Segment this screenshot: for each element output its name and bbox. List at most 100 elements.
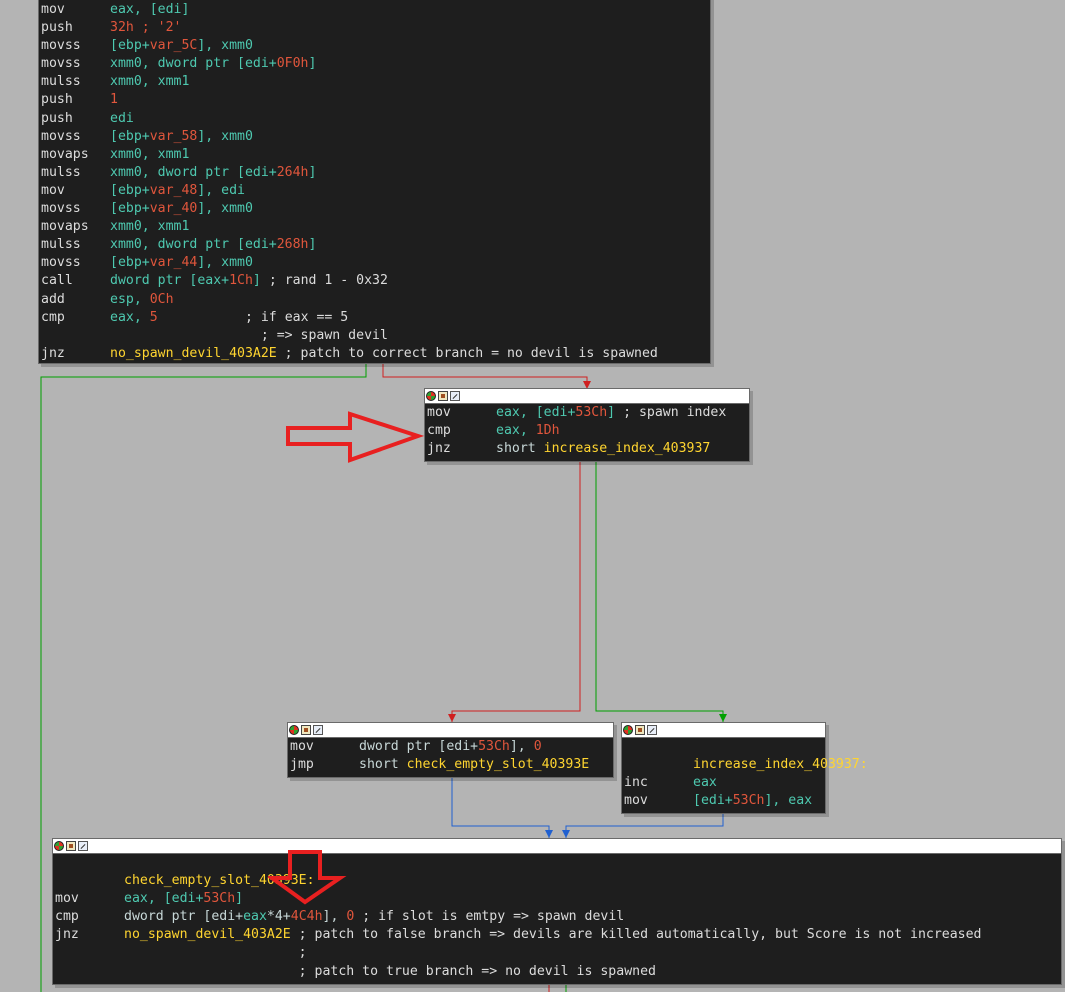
mnemonic: cmp [55,909,79,925]
code-operand: ], edi [197,182,245,198]
mnemonic: jmp [290,757,314,773]
code-label[interactable]: increase_index_403937 [544,441,711,456]
color-picker-icon[interactable] [623,725,633,735]
code-line[interactable]: push 1 [41,91,708,109]
graph-icon[interactable] [635,725,645,735]
code-line[interactable] [624,738,823,756]
code-number: var_44 [149,255,198,271]
code-operand: eax, [edi] [110,2,190,17]
edge-arrowhead [448,714,456,722]
color-picker-icon[interactable] [54,841,64,851]
code-line[interactable]: inc eax [624,774,823,792]
code-number: var_48 [149,182,198,198]
mnemonic: movss [41,201,81,217]
graph-icon[interactable] [438,391,448,401]
code-label[interactable]: no_spawn_devil_403A2E [110,346,277,361]
code-line[interactable]: mov eax, [edi+53Ch] [55,890,1059,908]
code-operand: ] [252,273,269,289]
color-picker-icon[interactable] [426,391,436,401]
color-picker-icon[interactable] [289,725,299,735]
code-line[interactable]: mov [edi+53Ch], eax [624,792,823,810]
mnemonic: mulss [41,237,81,253]
mnemonic: movss [41,56,81,72]
mnemonic: cmp [41,309,65,325]
code-line[interactable]: push edi [41,110,708,128]
block-header [53,839,1061,854]
graph-icon[interactable] [301,725,311,735]
code-line[interactable]: ; patch to true branch => no devil is sp… [55,963,1059,981]
code-line[interactable]: movss xmm0, dword ptr [edi+0F0h] [41,55,708,73]
code-line[interactable]: add esp, 0Ch [41,291,708,309]
code-operand: [ebp+ [110,128,150,144]
mnemonic: push [41,92,73,108]
code-line[interactable]: mulss xmm0, dword ptr [edi+264h] [41,164,708,182]
code-line[interactable]: jmp short check_empty_slot_40393E [290,756,611,774]
annotation-arrow-right-icon [286,411,424,463]
code-label[interactable]: increase_index_403937: [693,757,868,772]
code-operand: esp, [110,291,150,307]
code-comment: ; patch to true branch => no devil is sp… [124,963,656,979]
code-number: 1Dh [535,423,560,439]
code-label[interactable]: no_spawn_devil_403A2E [124,927,291,942]
mnemonic: jnz [427,441,451,457]
code-block-reset-index[interactable]: mov dword ptr [edi+53Ch], 0 jmp short check… [287,722,614,778]
mnemonic: inc [624,775,648,791]
code-line[interactable]: check_empty_slot_40393E: [55,872,1059,890]
code-line[interactable]: movss [ebp+var_5C], xmm0 [41,37,708,55]
code-line[interactable]: increase_index_403937: [624,756,868,774]
code-number: 4C4h [290,909,323,925]
mnemonic: push [41,110,73,126]
block-header [288,723,613,738]
code-line[interactable]: mov [ebp+var_48], edi [41,182,708,200]
mnemonic: movss [41,38,81,54]
block-body: increase_index_403937:inc eax mov [edi+53Ch… [622,738,868,810]
code-operand: ] [235,891,244,907]
code-line[interactable]: ; [55,944,1059,962]
code-operand: dword ptr [edi+ [124,909,244,925]
code-block-increase-index[interactable]: increase_index_403937:inc eax mov [edi+53Ch… [621,722,868,814]
code-operand: eax [243,909,267,925]
xref-icon[interactable] [313,725,323,735]
code-line[interactable]: jnz no_spawn_devil_403A2E ; patch to corr… [41,345,708,363]
code-line[interactable] [55,854,1059,872]
code-line[interactable]: call dword ptr [eax+1Ch] ; rand 1 - 0x32 [41,272,708,290]
code-number: 1 [110,92,118,108]
code-block-check-slot[interactable]: check_empty_slot_40393E: mov eax, [edi+53C… [52,838,1062,985]
code-operand: [ebp+ [110,201,150,217]
code-line[interactable]: mov dword ptr [edi+53Ch], 0 [290,738,611,756]
code-operand: ], eax [764,793,813,809]
code-line[interactable]: ; => spawn devil [41,327,708,345]
code-line[interactable]: jnz no_spawn_devil_403A2E ; patch to fals… [55,926,1059,944]
code-line[interactable]: jnz short increase_index_403937 [427,440,747,458]
code-operand: eax [693,775,717,791]
code-line[interactable]: mulss xmm0, dword ptr [edi+268h] [41,236,708,254]
code-operand: xmm0, dword ptr [edi+ [110,237,277,253]
code-number: 53Ch [732,793,765,809]
edge-false-spawn-index [382,364,588,388]
code-line[interactable]: mulss xmm0, xmm1 [41,73,708,91]
code-line[interactable]: movss [ebp+var_44], xmm0 [41,254,708,272]
code-comment: ; if eax == 5 [157,309,349,325]
code-line[interactable]: movaps xmm0, xmm1 [41,218,708,236]
code-line[interactable]: push 32h ; '2' [41,19,708,37]
code-block-top[interactable]: mov eax, [edi] push 32h ; '2' movss [ebp+var_… [38,0,711,364]
graph-icon[interactable] [66,841,76,851]
code-label[interactable]: check_empty_slot_40393E [407,757,590,772]
xref-icon[interactable] [647,725,657,735]
code-line[interactable]: cmp eax, 5 ; if eax == 5 [41,309,708,327]
code-operand: eax, [edi+ [496,405,576,420]
code-line[interactable]: mov eax, [edi] [41,1,708,19]
code-operand: [ebp+ [110,38,150,54]
code-line[interactable]: cmp dword ptr [edi+eax*4+4C4h], 0 ; if sl… [55,908,1059,926]
code-line[interactable]: mov eax, [edi+53Ch] ; spawn index [427,404,747,422]
block-header [425,389,749,404]
code-line[interactable]: movaps xmm0, xmm1 [41,146,708,164]
xref-icon[interactable] [78,841,88,851]
xref-icon[interactable] [450,391,460,401]
code-line[interactable]: cmp eax, 1Dh [427,422,747,440]
mnemonic: mov [624,793,648,809]
code-line[interactable]: movss [ebp+var_58], xmm0 [41,128,708,146]
code-line[interactable]: movss [ebp+var_40], xmm0 [41,200,708,218]
code-operand: edi [110,110,134,126]
code-block-spawn-index[interactable]: mov eax, [edi+53Ch] ; spawn index cmp eax, … [424,388,750,462]
